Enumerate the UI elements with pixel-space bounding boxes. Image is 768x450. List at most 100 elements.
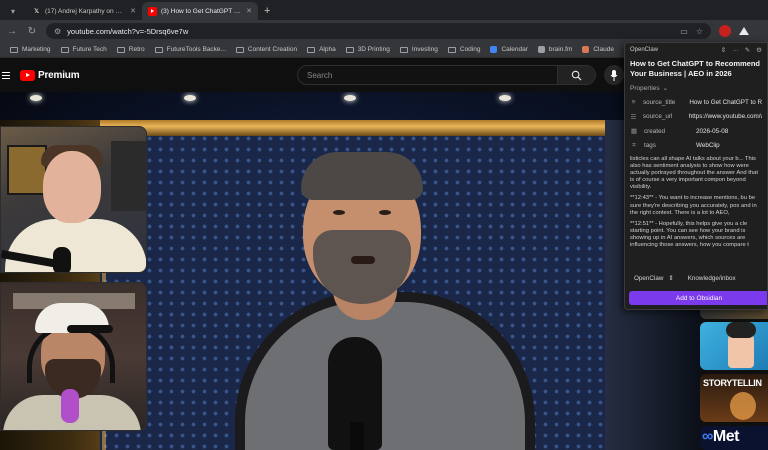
- bookmark-label: Content Creation: [247, 46, 298, 53]
- vault-select[interactable]: OpenClaw ⇕: [634, 275, 674, 282]
- folder-icon: [345, 46, 354, 53]
- x-logo-icon: 𝕏: [34, 8, 39, 15]
- reload-icon[interactable]: ↻: [26, 26, 38, 37]
- chevron-updown-icon: ⇕: [668, 274, 674, 282]
- bookmark-label: Calendar: [501, 46, 528, 53]
- bookmark-item[interactable]: brain.fm: [537, 46, 573, 53]
- tab-karpathy[interactable]: 𝕏 (17) Andrej Karpathy on X: "L ✕: [26, 2, 142, 20]
- folder-icon: [60, 46, 69, 53]
- tab-title: (17) Andrej Karpathy on X: "L: [45, 7, 127, 15]
- tab-search-icon[interactable]: ▾: [0, 2, 26, 20]
- bookmark-label: Coding: [459, 46, 481, 53]
- text-icon: ≡: [631, 98, 636, 106]
- calendar-icon: ▦: [630, 128, 638, 136]
- bookmark-label: FutureTools Backe...: [166, 46, 226, 53]
- bookmark-item[interactable]: FutureTools Backe...: [154, 46, 226, 53]
- bookmark-label: Alpha: [319, 46, 336, 53]
- bookmark-label: Marketing: [22, 46, 51, 53]
- list-icon: ☰: [630, 113, 637, 121]
- bookmark-item[interactable]: Retro: [116, 46, 145, 53]
- browser-toolbar: → ↻ ⚙ youtube.com/watch?v=-5Drsq6ve7w ▭ …: [0, 20, 768, 42]
- address-bar[interactable]: ⚙ youtube.com/watch?v=-5Drsq6ve7w ▭ ☆: [46, 23, 711, 39]
- bookmark-label: 3D Printing: [357, 46, 390, 53]
- bookmark-label: brain.fm: [548, 46, 573, 53]
- tab-youtube[interactable]: (3) How to Get ChatGPT to R ✕: [142, 2, 258, 20]
- web-clipper-panel: OpenClaw ⇕ ··· ✎ ⚙ How to Get ChatGPT to…: [624, 42, 768, 310]
- folder-input[interactable]: Knowledge/inbox: [688, 275, 736, 282]
- clipper-header: OpenClaw ⇕ ··· ✎ ⚙: [625, 43, 767, 57]
- bookmark-label: Retro: [128, 46, 145, 53]
- tab-title: (3) How to Get ChatGPT to R: [161, 7, 243, 15]
- close-tab-icon[interactable]: ✕: [246, 7, 252, 15]
- thumbnail-text: ∞Met: [702, 428, 739, 445]
- facecam-bottom: [0, 282, 147, 431]
- bookmark-label: Investing: [411, 46, 438, 53]
- recommended-thumbnail[interactable]: ∞Met: [700, 426, 768, 450]
- extension-icon[interactable]: [719, 25, 731, 37]
- tag-icon: ⌗: [632, 141, 636, 149]
- chevron-down-icon: ⌄: [662, 85, 669, 92]
- property-row[interactable]: ☰ source_url https://www.youtube.com/wat…: [625, 110, 767, 125]
- note-title[interactable]: How to Get ChatGPT to Recommend Your Bus…: [625, 57, 767, 81]
- property-row[interactable]: ≡ source_title How to Get ChatGPT to Rec…: [625, 95, 767, 110]
- brainfm-icon: [537, 46, 545, 53]
- claude-icon: [582, 46, 590, 53]
- youtube-play-icon: [20, 69, 35, 81]
- folder-icon: [10, 46, 18, 53]
- logo-text: Premium: [38, 69, 80, 81]
- facecam-top: [0, 126, 147, 273]
- property-row[interactable]: ⌗ tags WebClip: [625, 139, 767, 154]
- youtube-logo[interactable]: Premium: [20, 69, 80, 81]
- search-button[interactable]: [557, 66, 595, 84]
- openclaw-extension-icon[interactable]: [739, 27, 749, 35]
- menu-icon[interactable]: [2, 71, 10, 79]
- folder-icon: [235, 46, 244, 53]
- recommended-thumbnail[interactable]: STORYTELLIN: [700, 374, 768, 422]
- youtube-icon: [148, 6, 157, 16]
- add-to-obsidian-button[interactable]: Add to Obsidian: [629, 291, 767, 305]
- properties-toggle[interactable]: Properties ⌄: [625, 81, 767, 95]
- voice-search-button[interactable]: [604, 65, 624, 85]
- thumbnail-text: STORYTELLIN: [703, 378, 762, 388]
- property-row[interactable]: ▦ created 2026-05-08: [625, 124, 767, 139]
- folder-icon: [307, 46, 316, 53]
- search-box: [297, 65, 596, 85]
- url-text: youtube.com/watch?v=-5Drsq6ve7w: [67, 26, 189, 36]
- bookmark-item[interactable]: 3D Printing: [345, 46, 390, 53]
- folder-icon: [399, 46, 408, 53]
- clipper-footer: OpenClaw ⇕ Knowledge/inbox: [625, 271, 767, 285]
- cast-icon[interactable]: ▭: [680, 27, 688, 36]
- bookmark-item[interactable]: Content Creation: [235, 46, 298, 53]
- bookmark-item[interactable]: Future Tech: [60, 46, 107, 53]
- bookmark-label: Claude: [593, 46, 614, 53]
- highlighter-icon[interactable]: ✎: [745, 46, 750, 54]
- folder-icon: [116, 46, 125, 53]
- recommended-thumbnail[interactable]: [700, 322, 768, 370]
- calendar-icon: [490, 46, 498, 53]
- chevron-updown-icon[interactable]: ⇕: [721, 46, 726, 54]
- forward-icon[interactable]: →: [6, 26, 18, 37]
- vault-name: OpenClaw: [630, 47, 659, 53]
- new-tab-button[interactable]: +: [258, 2, 276, 20]
- bookmark-item[interactable]: Marketing: [10, 46, 51, 53]
- tab-strip: ▾ 𝕏 (17) Andrej Karpathy on X: "L ✕ (3) …: [0, 0, 768, 20]
- folder-icon: [154, 46, 163, 53]
- bookmark-item[interactable]: Coding: [447, 46, 481, 53]
- bookmark-item[interactable]: Calendar: [490, 46, 528, 53]
- properties-list: ≡ source_title How to Get ChatGPT to Rec…: [625, 95, 767, 153]
- bookmark-item[interactable]: Claude: [582, 46, 614, 53]
- note-content[interactable]: listicles can all shape AI talks about y…: [625, 156, 767, 270]
- more-icon[interactable]: ···: [732, 47, 739, 54]
- bookmark-star-icon[interactable]: ☆: [696, 27, 703, 36]
- close-tab-icon[interactable]: ✕: [130, 7, 136, 15]
- ceiling-light-cove: [100, 120, 605, 136]
- search-icon: [571, 70, 582, 81]
- bookmark-label: Future Tech: [72, 46, 107, 53]
- bookmark-item[interactable]: Alpha: [307, 46, 336, 53]
- settings-icon[interactable]: ⚙: [756, 46, 762, 54]
- folder-icon: [447, 46, 456, 53]
- site-info-icon[interactable]: ⚙: [54, 27, 61, 36]
- microphone-icon: [610, 69, 618, 81]
- bookmark-item[interactable]: Investing: [399, 46, 438, 53]
- search-input[interactable]: [298, 70, 557, 80]
